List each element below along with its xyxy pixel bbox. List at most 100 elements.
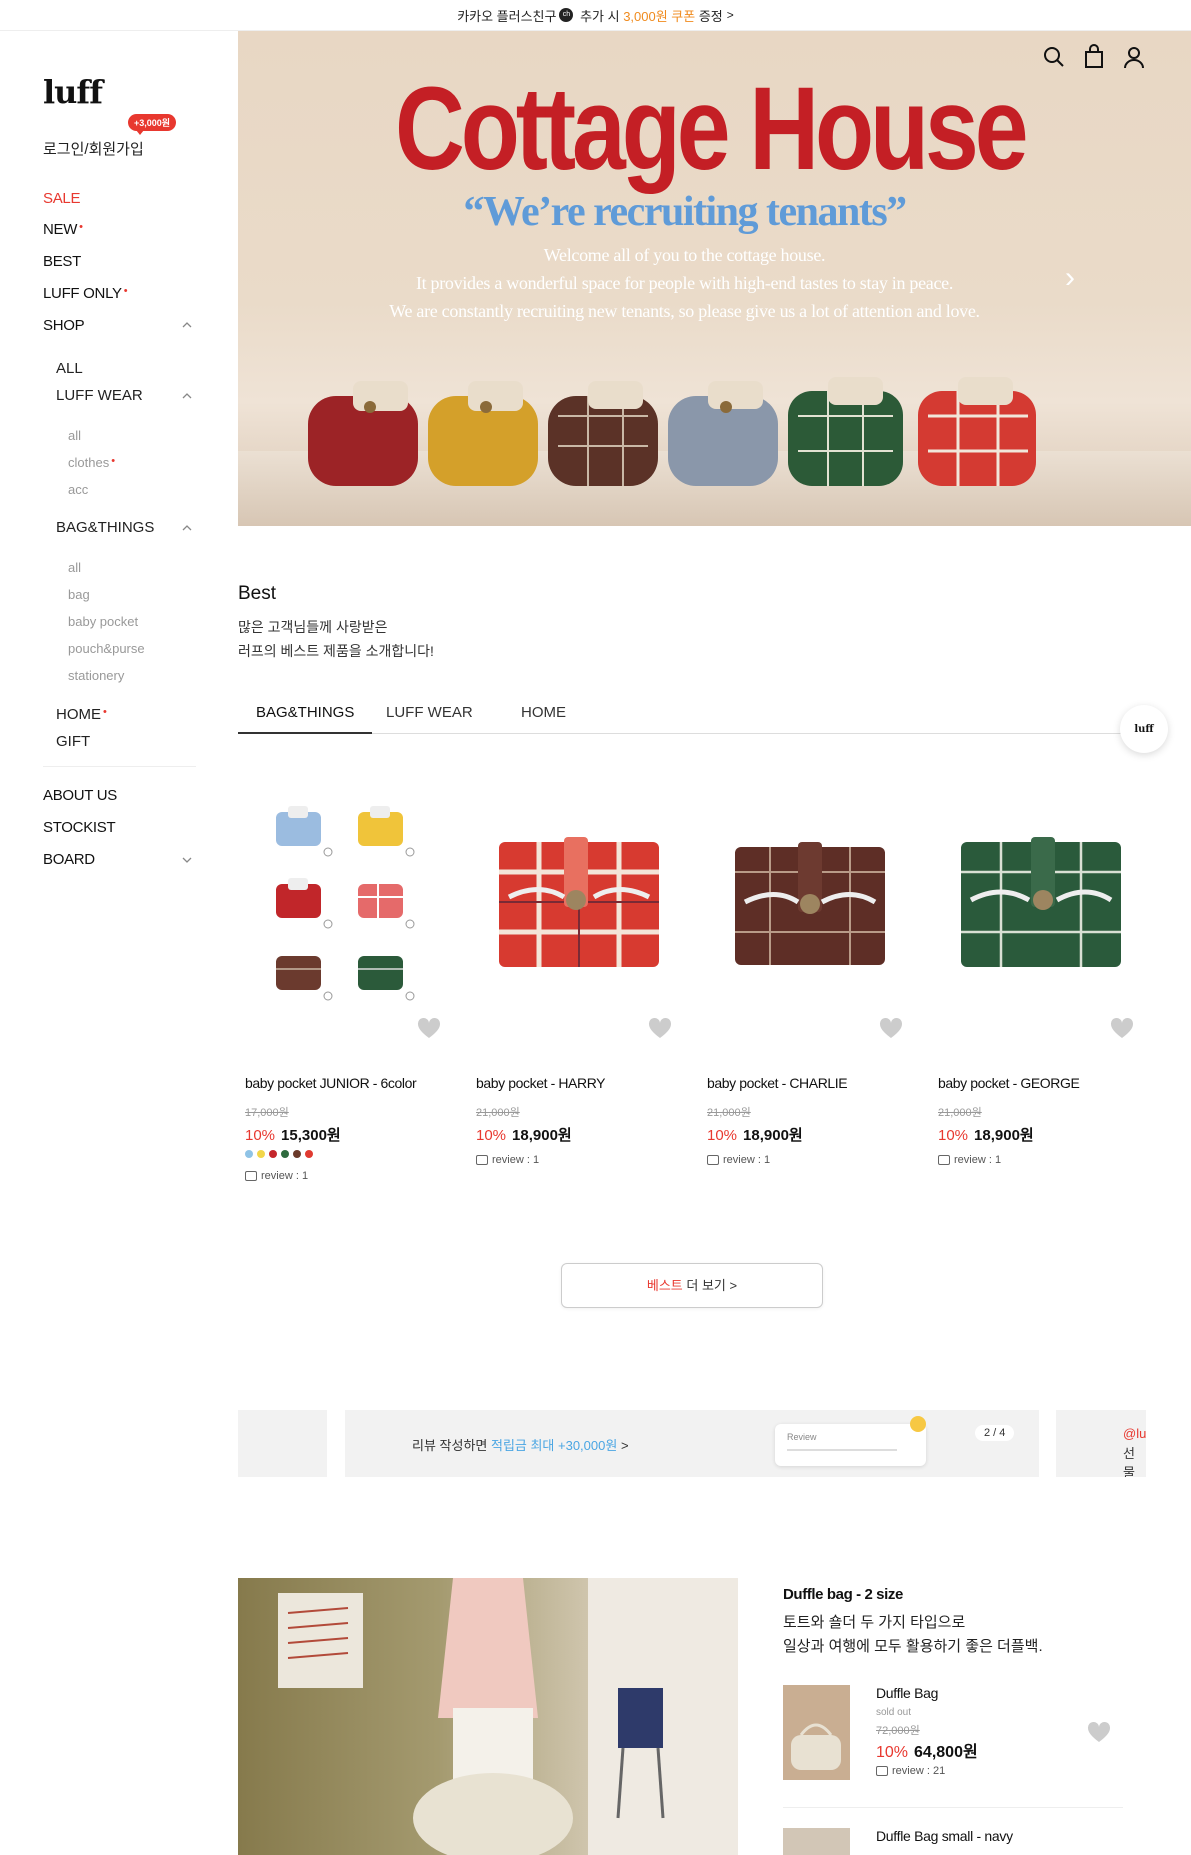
user-icon[interactable] <box>1121 44 1147 70</box>
nav-home-label: HOME <box>56 706 101 723</box>
slider-next-peek[interactable]: @lu 선물 <box>1056 1410 1146 1477</box>
nav-shop[interactable]: SHOP <box>43 317 85 334</box>
product-review-count: review : 1 <box>245 1170 308 1182</box>
hero-subtitle: “We’re recruiting tenants” <box>463 189 907 235</box>
nav-home[interactable]: HOME • <box>56 706 107 723</box>
heart-icon[interactable] <box>417 1017 441 1040</box>
nav-new[interactable]: NEW • <box>43 221 83 238</box>
sale-price: 18,900원 <box>974 1127 1034 1144</box>
nav-gift[interactable]: GIFT <box>56 733 90 750</box>
product-name[interactable]: baby pocket JUNIOR - 6color <box>245 1075 417 1091</box>
product-card[interactable]: baby pocket JUNIOR - 6color 17,000원 10% 1… <box>238 772 453 1192</box>
nav-shop-all[interactable]: ALL <box>56 360 83 377</box>
chevron-up-icon[interactable] <box>180 318 194 332</box>
nav-luff-wear[interactable]: LUFF WEAR <box>56 387 143 404</box>
review-promo-pre: 리뷰 작성하면 <box>412 1438 491 1453</box>
product-name[interactable]: baby pocket - CHARLIE <box>707 1075 848 1091</box>
product-image[interactable] <box>700 772 915 1042</box>
chevron-up-icon[interactable] <box>180 389 194 403</box>
discount-rate: 10% <box>476 1127 507 1144</box>
sale-price: 15,300원 <box>281 1127 341 1144</box>
carousel-next-button[interactable]: › <box>1065 261 1075 295</box>
color-swatch <box>305 1150 313 1158</box>
hero-text-line-1: Welcome all of you to the cottage house. <box>543 245 826 265</box>
nav-bag-stationery[interactable]: stationery <box>68 668 124 683</box>
feature-product-item[interactable]: Duffle Bag sold out 72,000원 10% 64,800원 r… <box>783 1685 1123 1785</box>
nav-bag-all[interactable]: all <box>68 560 81 575</box>
heart-eyes-emoji-icon <box>910 1416 926 1432</box>
best-more-button[interactable]: 베스트 더 보기 > <box>561 1263 823 1308</box>
tab-bag-things[interactable]: BAG&THINGS <box>238 702 373 734</box>
search-icon[interactable] <box>1041 44 1067 70</box>
product-name[interactable]: Duffle Bag <box>876 1685 938 1701</box>
product-image[interactable] <box>931 772 1146 1042</box>
review-promo-text: 리뷰 작성하면 적립금 최대 +30,000원 > <box>412 1435 629 1454</box>
product-card[interactable]: baby pocket - HARRY 21,000원 10% 18,900원 r… <box>469 772 684 1192</box>
product-card[interactable]: baby pocket - GEORGE 21,000원 10% 18,900원 … <box>931 772 1146 1192</box>
hero-banner[interactable]: Cottage House “We’re recruiting tenants”… <box>238 31 1191 526</box>
review-promo-highlight: 적립금 최대 +30,000원 <box>490 1438 618 1453</box>
feature-title: Duffle bag - 2 size <box>783 1586 903 1603</box>
nav-sale[interactable]: SALE <box>43 190 80 207</box>
slider-page-indicator: 2 / 4 <box>975 1425 1015 1441</box>
tab-home[interactable]: HOME <box>503 702 584 734</box>
color-swatch <box>293 1150 301 1158</box>
heart-icon[interactable] <box>879 1017 903 1040</box>
nav-about-us[interactable]: ABOUT US <box>43 787 117 804</box>
product-name[interactable]: baby pocket - HARRY <box>476 1075 605 1091</box>
feature-product-item[interactable]: Duffle Bag small - navy <box>783 1828 1123 1855</box>
product-name[interactable]: Duffle Bag small - navy <box>876 1828 1013 1844</box>
nav-wear-all[interactable]: all <box>68 428 81 443</box>
nav-board[interactable]: BOARD <box>43 851 95 868</box>
heart-icon[interactable] <box>648 1017 672 1040</box>
duffle-bag-feature-image[interactable] <box>238 1578 738 1855</box>
product-review-count: review : 1 <box>938 1154 1001 1166</box>
product-image[interactable] <box>783 1685 850 1780</box>
sale-price: 64,800원 <box>914 1744 978 1761</box>
review-count-text: review : 1 <box>954 1154 1002 1166</box>
nav-stockist[interactable]: STOCKIST <box>43 819 116 836</box>
hero-text-line-2: It provides a wonderful space for people… <box>415 273 954 293</box>
review-icon <box>476 1155 488 1166</box>
color-swatch <box>245 1150 253 1158</box>
product-price: 10% 64,800원 <box>876 1738 978 1762</box>
product-review-count: review : 1 <box>707 1154 770 1166</box>
heart-icon[interactable] <box>1087 1721 1111 1744</box>
login-signup-link[interactable]: 로그인/회원가입 <box>43 138 144 159</box>
site-logo[interactable]: luff <box>43 73 103 111</box>
product-name[interactable]: baby pocket - GEORGE <box>938 1075 1080 1091</box>
nav-best[interactable]: BEST <box>43 253 81 270</box>
review-promo-slide[interactable]: 리뷰 작성하면 적립금 최대 +30,000원 > Review 2 / 4 <box>345 1410 1039 1477</box>
hero-text-line-3: We are constantly recruiting new tenants… <box>389 301 980 321</box>
chevron-up-icon[interactable] <box>180 521 194 535</box>
product-original-price: 21,000원 <box>707 1107 751 1119</box>
nav-bag-bag[interactable]: bag <box>68 587 90 602</box>
best-tabs: BAG&THINGS LUFF WEAR HOME <box>238 702 1153 734</box>
product-image[interactable] <box>783 1828 850 1855</box>
product-card[interactable]: baby pocket - CHARLIE 21,000원 10% 18,900원… <box>700 772 915 1192</box>
nav-luff-only[interactable]: LUFF ONLY • <box>43 285 128 302</box>
tab-luff-wear[interactable]: LUFF WEAR <box>368 702 491 734</box>
shopping-bag-icon[interactable] <box>1081 44 1107 70</box>
product-image[interactable] <box>238 772 453 1042</box>
more-button-label: 더 보기 > <box>682 1278 738 1293</box>
nav-wear-clothes[interactable]: clothes • <box>68 455 115 470</box>
product-review-count: review : 21 <box>876 1765 945 1777</box>
nav-bag-baby-pocket[interactable]: baby pocket <box>68 614 138 629</box>
hero-title: Cottage House <box>394 63 1029 195</box>
product-original-price: 17,000원 <box>245 1107 289 1119</box>
top-promo-banner[interactable]: 카카오 플러스친구 ch 추가 시 3,000원 쿠폰 증정 > <box>0 0 1191 31</box>
heart-icon[interactable] <box>1110 1017 1134 1040</box>
nav-bag-things[interactable]: BAG&THINGS <box>56 519 154 536</box>
kakao-channel-icon: ch <box>559 8 574 22</box>
new-dot-marker: • <box>111 455 116 467</box>
floating-luff-button[interactable]: luff <box>1120 705 1168 753</box>
product-price: 10% 18,900원 <box>476 1124 572 1145</box>
slider-prev-peek[interactable] <box>238 1410 327 1477</box>
product-image[interactable] <box>469 772 684 1042</box>
color-swatch <box>281 1150 289 1158</box>
chevron-down-icon[interactable] <box>180 853 194 867</box>
product-price: 10% 18,900원 <box>938 1124 1034 1145</box>
nav-bag-pouch-purse[interactable]: pouch&purse <box>68 641 145 656</box>
nav-wear-acc[interactable]: acc <box>68 482 88 497</box>
